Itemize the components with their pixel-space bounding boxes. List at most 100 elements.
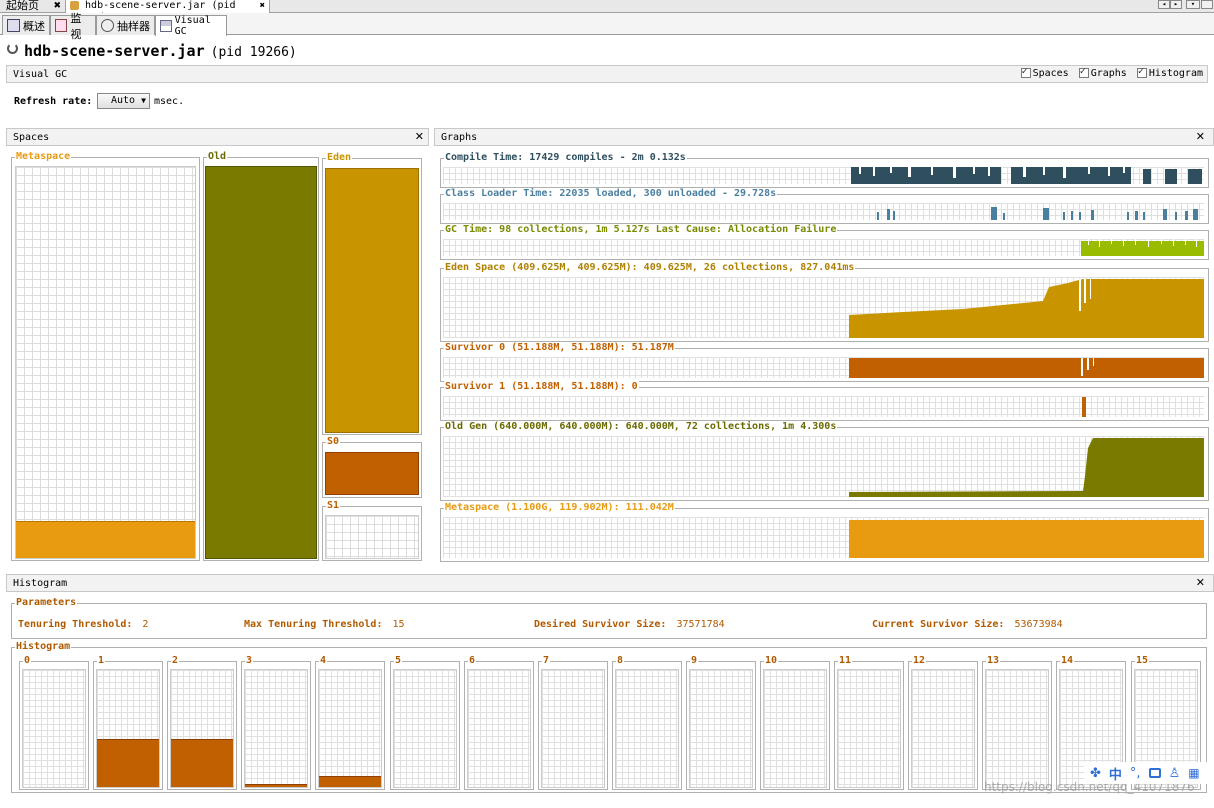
toggle-spaces[interactable]: Spaces — [1020, 66, 1069, 79]
spaces-header: Spaces ✕ — [6, 128, 429, 146]
param-value: 2 — [142, 619, 149, 630]
old-gen-chart — [849, 438, 1204, 497]
class-loader-graph: Class Loader Time: 22035 loaded, 300 unl… — [440, 188, 1209, 224]
survivor1-graph: Survivor 1 (51.188M, 51.188M): 0 — [440, 381, 1209, 421]
histogram-bucket: 7 — [538, 655, 608, 790]
param-label: Current Survivor Size: — [872, 619, 1005, 630]
paw-icon[interactable]: ✤ — [1090, 766, 1101, 781]
ime-chinese-toggle[interactable]: 中 — [1109, 764, 1122, 783]
bucket-plot — [318, 669, 382, 788]
bucket-plot — [985, 669, 1049, 788]
bucket-plot — [96, 669, 160, 788]
bucket-label: 6 — [468, 655, 477, 667]
bucket-label: 13 — [986, 655, 1001, 667]
metaspace-box: Metaspace — [11, 151, 200, 561]
histogram-bucket: 0 — [19, 655, 89, 790]
compile-time-graph: Compile Time: 17429 compiles - 2m 0.132s — [440, 152, 1209, 188]
class-loader-chart — [877, 207, 1198, 220]
close-icon[interactable]: ✕ — [1196, 130, 1205, 143]
toggle-graphs[interactable]: Graphs — [1078, 66, 1127, 79]
visual-gc-header: Visual GC Spaces Graphs Histogram — [6, 65, 1208, 83]
tab-visual-gc[interactable]: Visual GC — [155, 15, 227, 37]
app-name: hdb-scene-server.jar — [24, 42, 205, 60]
toggle-label: Spaces — [1032, 68, 1069, 79]
close-icon[interactable]: ✕ — [1196, 576, 1205, 589]
file-tab-start-page[interactable]: 起始页 ✖ — [0, 0, 66, 13]
close-icon[interactable]: ✕ — [415, 130, 424, 143]
param-current-survivor-size: Current Survivor Size: 53673984 — [872, 619, 1063, 630]
file-tab-jar[interactable]: hdb-scene-server.jar (pid 19266) ✖ — [66, 0, 270, 23]
toolbox-icon[interactable] — [1148, 768, 1161, 778]
old-label: Old — [207, 151, 228, 163]
toggle-histogram[interactable]: Histogram — [1136, 66, 1203, 79]
sampler-icon — [101, 19, 114, 32]
tab-label: 概述 — [23, 19, 45, 33]
bucket-bar — [319, 776, 381, 787]
eden-space-graph: Eden Space (409.625M, 409.625M): 409.625… — [440, 262, 1209, 342]
monitor-icon — [55, 19, 68, 32]
metaspace-graph-plot — [443, 517, 1204, 558]
bucket-label: 3 — [245, 655, 254, 667]
gc-time-title: GC Time: 98 collections, 1m 5.127s Last … — [444, 224, 838, 236]
histogram-bucket: 6 — [464, 655, 534, 790]
tab-overview[interactable]: 概述 — [2, 15, 50, 35]
bucket-label: 9 — [690, 655, 699, 667]
old-gen-title: Old Gen (640.000M, 640.000M): 640.000M, … — [444, 421, 838, 433]
survivor1-chart — [1082, 397, 1086, 417]
tab-list-button[interactable]: ▾ — [1186, 0, 1200, 9]
refresh-rate-value: Auto — [111, 95, 136, 106]
refresh-rate-select[interactable]: Auto ▼ — [97, 93, 150, 109]
user-icon[interactable]: ♙ — [1169, 766, 1181, 781]
bucket-plot — [244, 669, 308, 788]
parameters-title: Parameters — [15, 597, 78, 609]
page-title: hdb-scene-server.jar (pid 19266) — [24, 42, 297, 60]
grid-icon[interactable]: ▦ — [1188, 766, 1199, 780]
param-value: 15 — [392, 619, 405, 630]
scroll-right-button[interactable]: ▸ — [1170, 0, 1182, 9]
gc-time-graph: GC Time: 98 collections, 1m 5.127s Last … — [440, 224, 1209, 260]
app-pid: (pid 19266) — [210, 45, 297, 60]
metaspace-graph-title: Metaspace (1.100G, 119.902M): 111.042M — [444, 502, 675, 514]
scroll-left-button[interactable]: ◂ — [1158, 0, 1170, 9]
bucket-plot — [22, 669, 86, 788]
toggle-label: Histogram — [1148, 68, 1203, 79]
histogram-bucket: 8 — [612, 655, 682, 790]
gc-time-plot — [443, 239, 1204, 256]
eden-box: Eden — [322, 152, 422, 435]
histogram-bucket: 1 — [93, 655, 163, 790]
param-max-tenuring-threshold: Max Tenuring Threshold: 15 — [244, 619, 405, 630]
bucket-plot — [837, 669, 901, 788]
bucket-plot — [615, 669, 679, 788]
histogram-header: Histogram ✕ — [6, 574, 1214, 592]
old-gen-graph: Old Gen (640.000M, 640.000M): 640.000M, … — [440, 421, 1209, 501]
survivor0-plot — [443, 357, 1204, 378]
visual-gc-label: Visual GC — [13, 68, 68, 80]
refresh-rate-label: Refresh rate: — [14, 96, 93, 107]
file-tab-strip: 起始页 ✖ hdb-scene-server.jar (pid 19266) ✖… — [0, 0, 1214, 23]
s0-box: S0 — [322, 436, 422, 498]
graphs-header: Graphs ✕ — [434, 128, 1214, 146]
checkbox-icon — [1020, 66, 1031, 78]
parameters-box: Parameters Tenuring Threshold: 2 Max Ten… — [11, 597, 1207, 639]
bucket-label: 4 — [319, 655, 328, 667]
close-icon[interactable]: ✖ — [53, 0, 61, 12]
class-loader-title: Class Loader Time: 22035 loaded, 300 unl… — [444, 188, 778, 200]
maximize-button[interactable] — [1201, 0, 1213, 9]
tab-label: Visual GC — [174, 15, 211, 37]
checkbox-icon — [1078, 66, 1089, 78]
metaspace-graph-chart — [849, 520, 1204, 558]
tab-monitor[interactable]: 监视 — [50, 12, 96, 41]
bucket-label: 14 — [1060, 655, 1075, 667]
visualgc-icon — [160, 20, 172, 32]
tab-sampler[interactable]: 抽样器 — [96, 15, 155, 35]
close-icon[interactable]: ✖ — [260, 0, 265, 12]
ime-punct-toggle[interactable]: °, — [1130, 766, 1141, 781]
bucket-bar — [171, 739, 233, 787]
spaces-title: Spaces — [13, 131, 50, 143]
bucket-plot — [467, 669, 531, 788]
param-value: 53673984 — [1014, 619, 1063, 630]
metaspace-fill — [16, 520, 195, 558]
s0-label: S0 — [326, 436, 341, 448]
histogram-box: Histogram 0 1 2 3 4 5 6 7 8 9 10 11 12 13 14 15 — [11, 641, 1207, 793]
bucket-label: 12 — [912, 655, 927, 667]
